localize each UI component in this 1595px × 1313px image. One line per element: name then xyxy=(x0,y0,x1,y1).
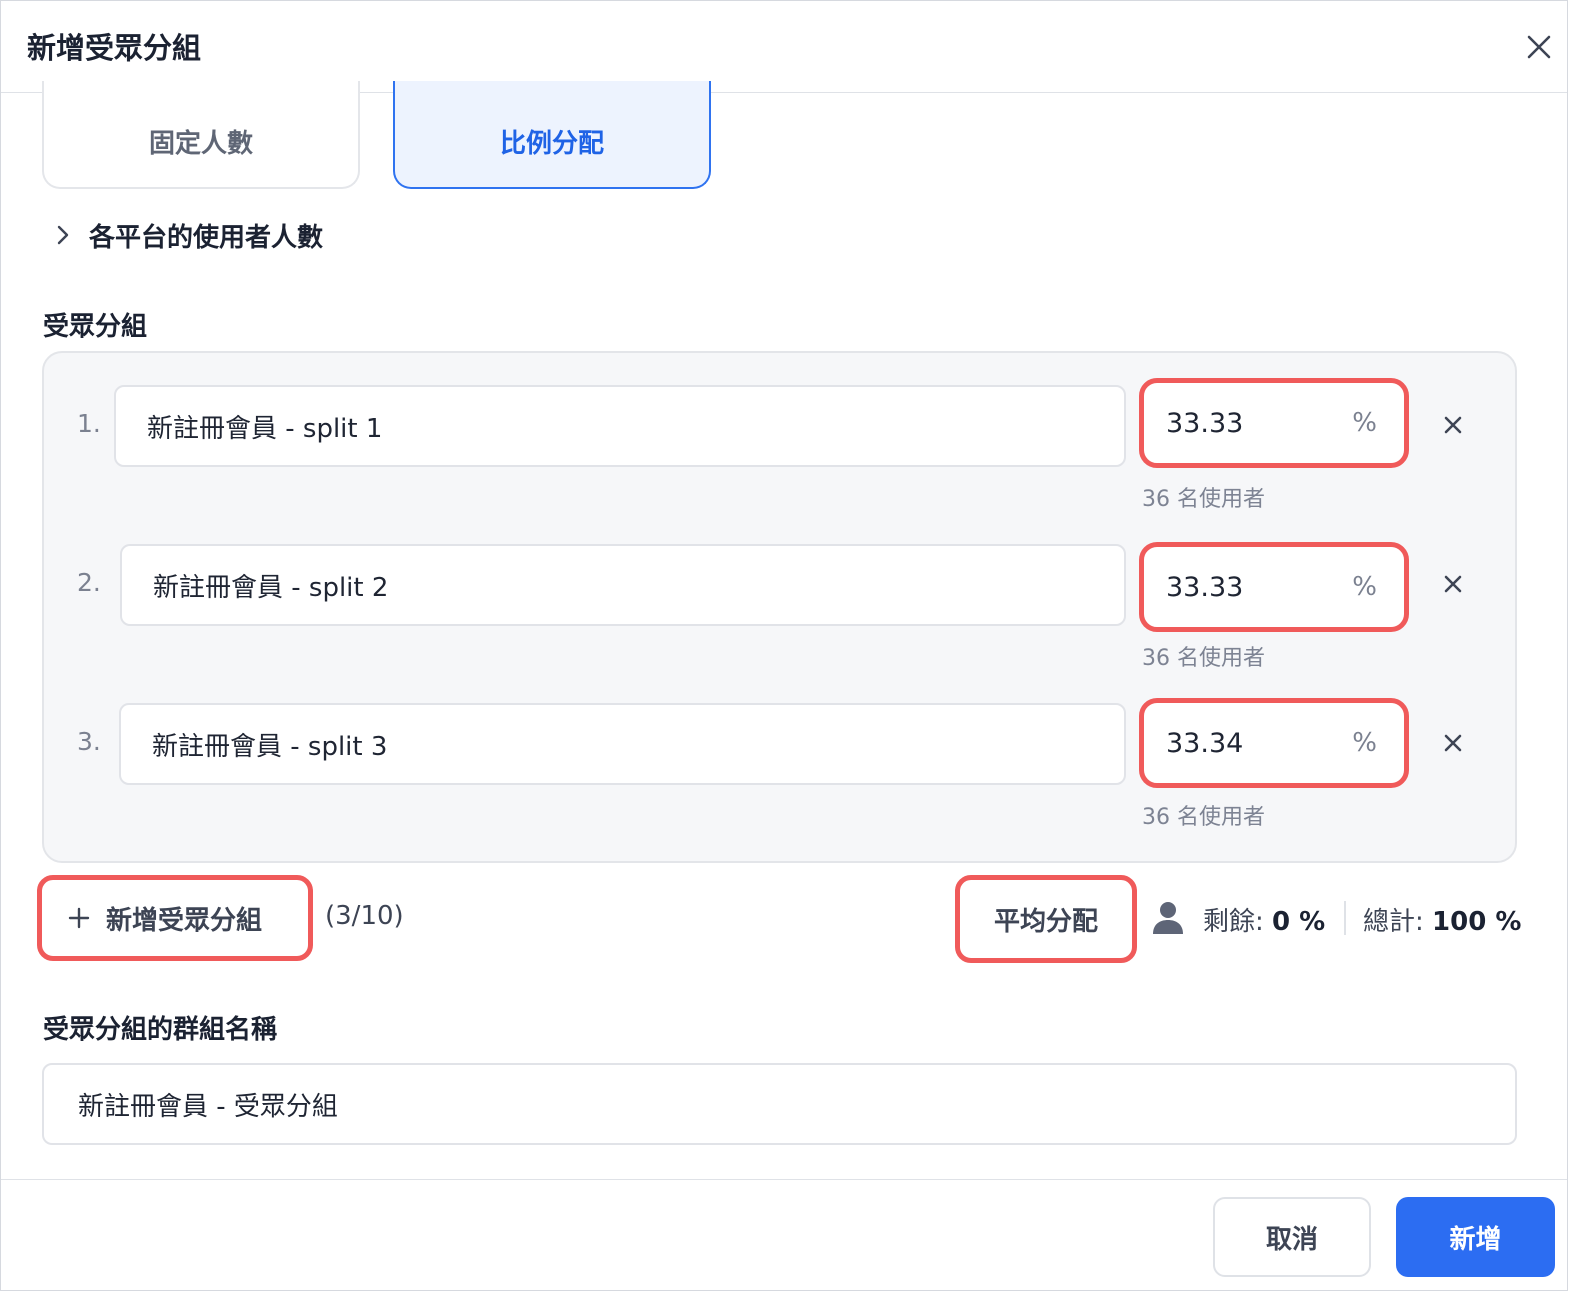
summary-divider xyxy=(1344,901,1346,935)
group-name-field[interactable]: 新註冊會員 - split 1 xyxy=(114,385,1126,467)
dialog-title: 新增受眾分組 xyxy=(27,31,202,65)
total-value: 100 % xyxy=(1432,907,1522,937)
add-group-button[interactable]: 新增受眾分組 xyxy=(37,875,313,961)
platform-users-label: 各平台的使用者人數 xyxy=(89,222,324,253)
close-button[interactable] xyxy=(1521,29,1557,65)
dialog-footer: 取消 新增 xyxy=(1,1179,1567,1290)
platform-users-expander[interactable]: 各平台的使用者人數 xyxy=(51,213,323,257)
remove-group-button[interactable] xyxy=(1439,411,1467,439)
row-index: 3. xyxy=(77,727,101,756)
remove-icon xyxy=(1444,734,1462,752)
total-label: 總計: xyxy=(1363,907,1424,937)
group-name-input[interactable]: 新註冊會員 - 受眾分組 xyxy=(42,1063,1517,1145)
remove-icon xyxy=(1444,575,1462,593)
percent-field[interactable]: 33.34 % xyxy=(1139,698,1409,788)
percent-value: 33.33 xyxy=(1166,408,1244,439)
remove-group-button[interactable] xyxy=(1439,570,1467,598)
percent-unit: % xyxy=(1352,728,1377,758)
person-icon xyxy=(1153,902,1183,934)
remove-group-button[interactable] xyxy=(1439,729,1467,757)
add-group-label: 新增受眾分組 xyxy=(106,905,263,936)
percent-value: 33.34 xyxy=(1166,728,1244,759)
remaining-label: 剩餘: xyxy=(1203,907,1264,937)
tab-fixed-count[interactable]: 固定人數 xyxy=(42,81,360,189)
group-name-field[interactable]: 新註冊會員 - split 2 xyxy=(120,544,1126,626)
users-count: 36 名使用者 xyxy=(1142,646,1265,671)
users-count: 36 名使用者 xyxy=(1142,487,1265,512)
users-count: 36 名使用者 xyxy=(1142,805,1265,830)
submit-button[interactable]: 新增 xyxy=(1396,1197,1555,1277)
row-index: 1. xyxy=(77,409,101,438)
percent-field[interactable]: 33.33 % xyxy=(1139,378,1409,468)
total-summary: 總計: 100 % xyxy=(1363,901,1521,938)
percent-unit: % xyxy=(1352,408,1377,438)
remaining-value: 0 % xyxy=(1272,907,1326,937)
tab-ratio-allocation[interactable]: 比例分配 xyxy=(393,81,711,189)
groups-panel: 1. 新註冊會員 - split 1 33.33 % 36 名使用者 2. 新註… xyxy=(42,351,1517,863)
group-name-field[interactable]: 新註冊會員 - split 3 xyxy=(119,703,1126,785)
percent-field[interactable]: 33.33 % xyxy=(1139,542,1409,632)
remove-icon xyxy=(1444,416,1462,434)
add-audience-group-dialog: 新增受眾分組 固定人數 比例分配 各平台的使用者人數 受眾分組 1. 新註冊會員… xyxy=(0,0,1568,1291)
dialog-header: 新增受眾分組 xyxy=(1,1,1567,93)
even-split-button[interactable]: 平均分配 xyxy=(955,875,1137,963)
close-icon xyxy=(1527,35,1551,59)
percent-unit: % xyxy=(1352,572,1377,602)
group-count: (3/10) xyxy=(325,901,404,931)
percent-value: 33.33 xyxy=(1166,572,1244,603)
groups-section-label: 受眾分組 xyxy=(43,312,148,342)
cancel-button[interactable]: 取消 xyxy=(1213,1197,1371,1277)
plus-icon xyxy=(68,907,90,929)
group-name-label: 受眾分組的群組名稱 xyxy=(43,1015,278,1045)
remaining-summary: 剩餘: 0 % xyxy=(1203,901,1325,938)
row-index: 2. xyxy=(77,568,101,597)
chevron-right-icon xyxy=(57,225,69,245)
